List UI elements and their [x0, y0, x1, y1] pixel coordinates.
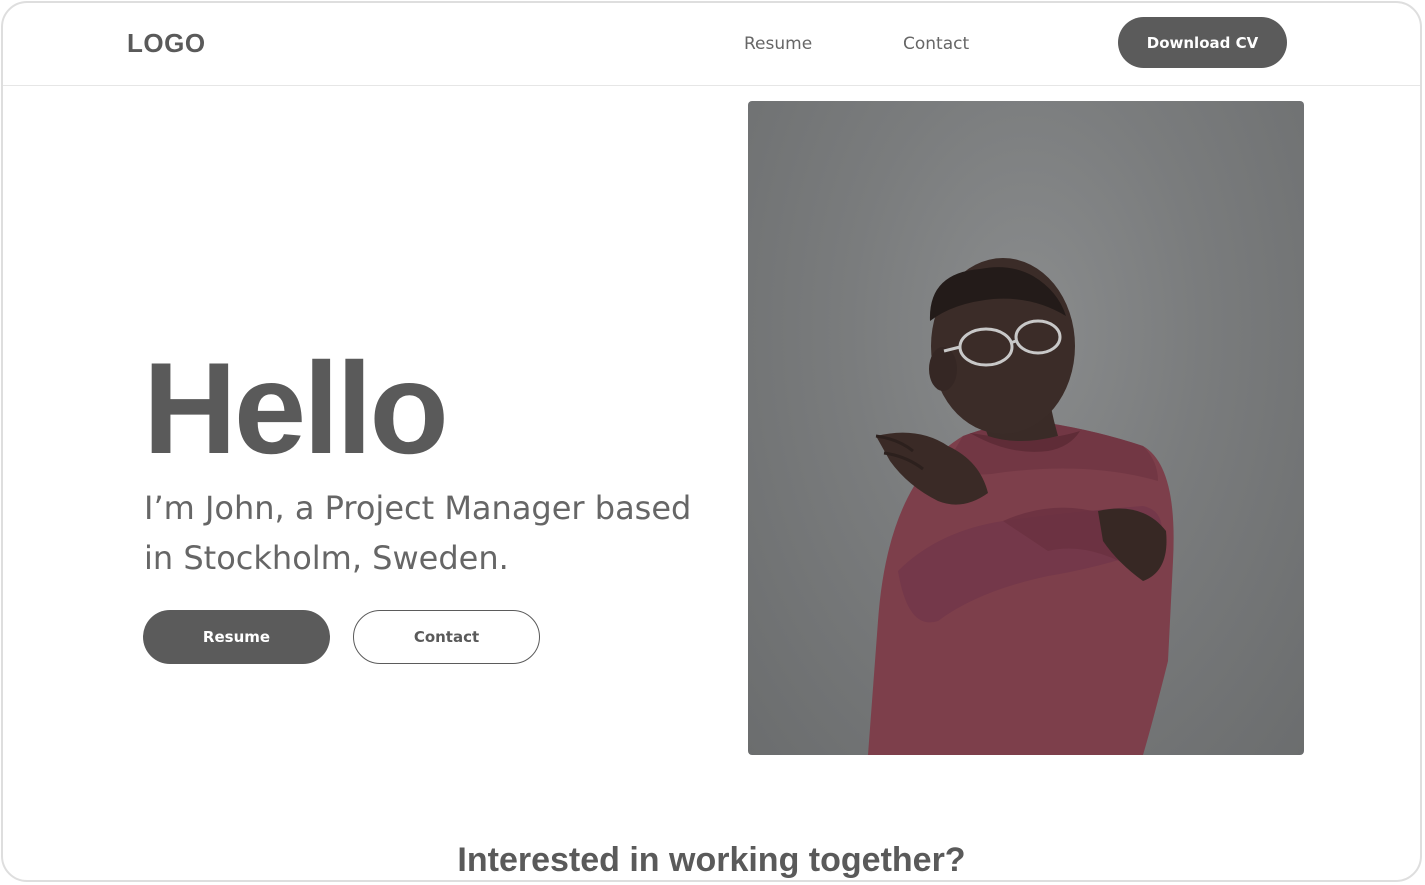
cta-title: Interested in working together?: [457, 841, 966, 879]
resume-button[interactable]: Resume: [143, 610, 330, 664]
download-cv-button[interactable]: Download CV: [1118, 17, 1287, 68]
nav-contact-link[interactable]: Contact: [903, 34, 969, 54]
hero-subtitle: I’m John, a Project Manager based in Sto…: [144, 489, 692, 577]
page-frame: LOGO Resume Contact Download CV Hello I’…: [1, 1, 1422, 882]
site-header: LOGO Resume Contact Download CV: [3, 3, 1420, 86]
hero-title: Hello: [143, 335, 449, 481]
logo[interactable]: LOGO: [127, 28, 206, 59]
contact-button[interactable]: Contact: [353, 610, 540, 664]
nav-resume-link[interactable]: Resume: [744, 34, 812, 54]
portrait-photo: [748, 101, 1304, 755]
portrait-illustration: [868, 258, 1174, 755]
